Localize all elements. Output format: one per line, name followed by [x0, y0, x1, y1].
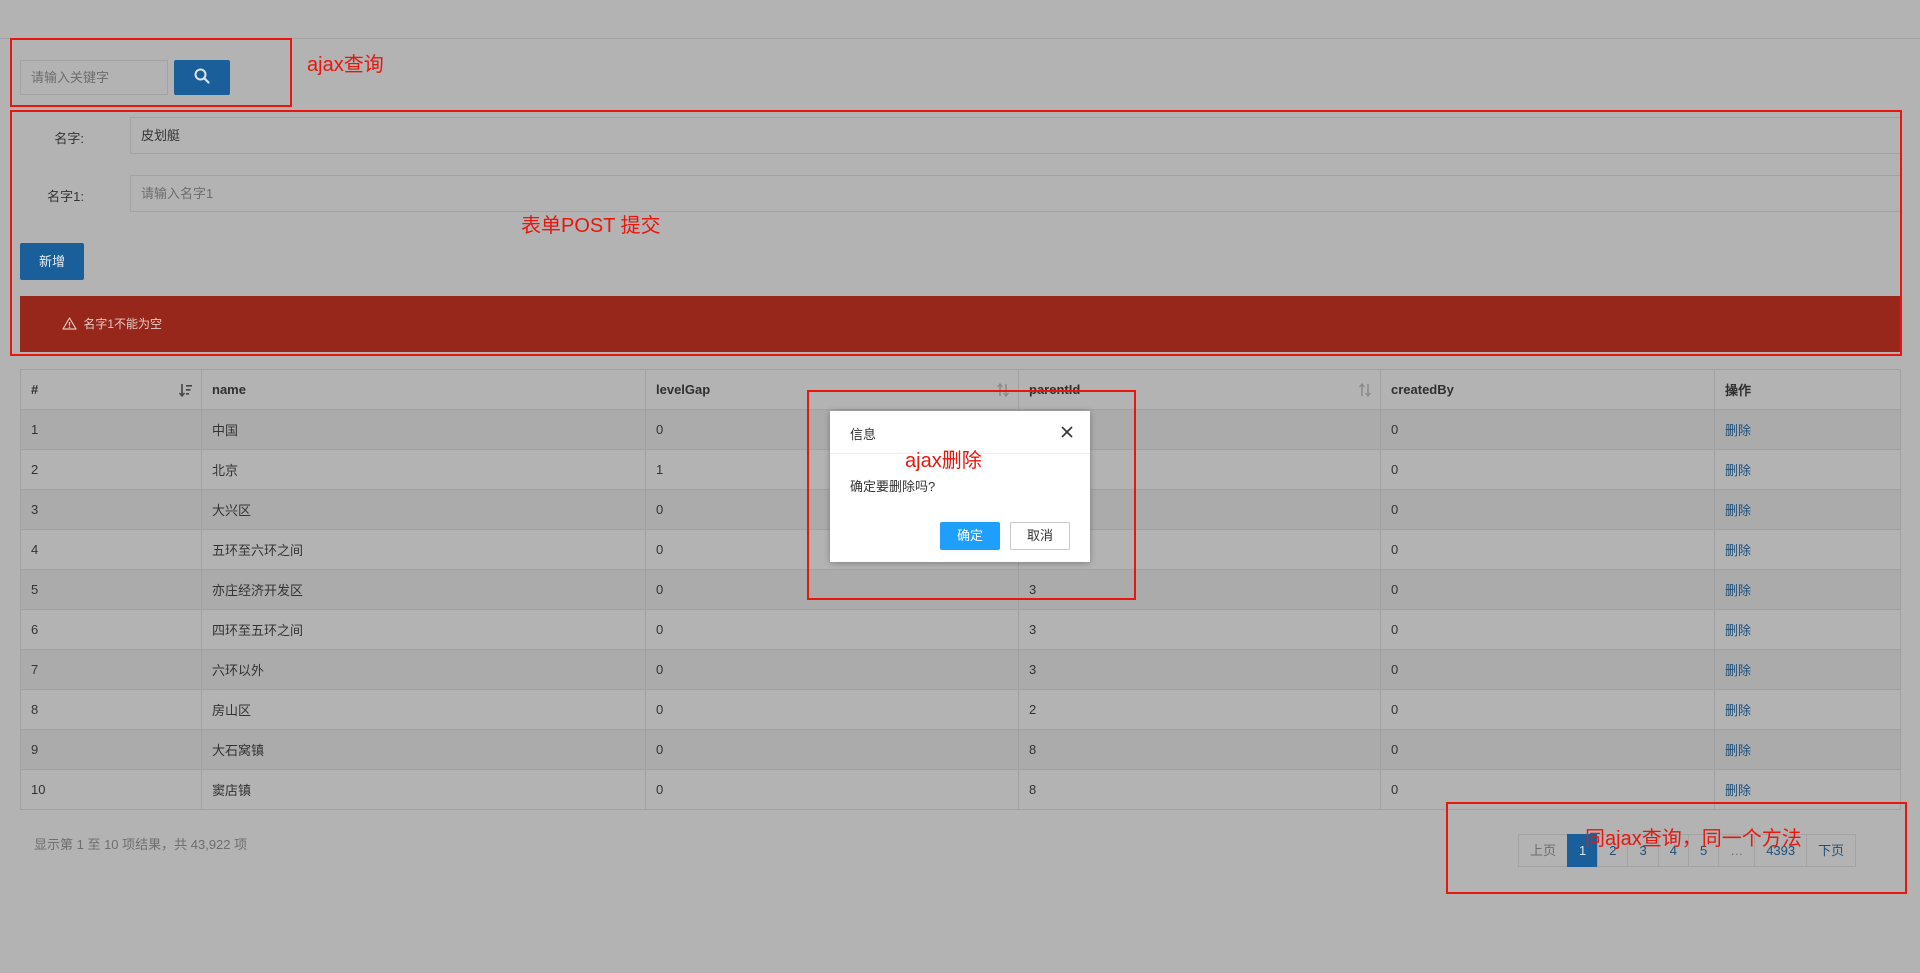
annotation-label-pagination: 同ajax查询，同一个方法	[1585, 828, 1802, 850]
cell-levelgap: 0	[645, 649, 1019, 690]
delete-link[interactable]: 删除	[1725, 503, 1751, 518]
column-header-actions: 操作	[1714, 369, 1901, 410]
delete-link[interactable]: 删除	[1725, 783, 1751, 798]
table-info-text: 显示第 1 至 10 项结果，共 43,922 项	[34, 837, 248, 852]
annotation-label-search: ajax查询	[307, 54, 384, 76]
annotation-label-delete: ajax删除	[905, 450, 982, 472]
cell-name: 中国	[201, 409, 646, 450]
table-row: 9 大石窝镇 0 8 0 删除	[20, 729, 1901, 770]
cell-id: 4	[20, 529, 202, 570]
cell-name: 大石窝镇	[201, 729, 646, 770]
column-header-id[interactable]: #	[20, 369, 202, 410]
column-header-name: name	[201, 369, 646, 410]
cell-actions: 删除	[1714, 689, 1901, 730]
cell-actions: 删除	[1714, 729, 1901, 770]
cell-name: 窦店镇	[201, 769, 646, 810]
cell-actions: 删除	[1714, 609, 1901, 650]
cell-id: 8	[20, 689, 202, 730]
column-header-label: createdBy	[1391, 382, 1454, 397]
cell-name: 房山区	[201, 689, 646, 730]
cell-createdby: 0	[1380, 569, 1715, 610]
cell-actions: 删除	[1714, 409, 1901, 450]
cell-createdby: 0	[1380, 689, 1715, 730]
cell-createdby: 0	[1380, 449, 1715, 490]
column-header-label: name	[212, 382, 246, 397]
cell-id: 10	[20, 769, 202, 810]
cell-parentid: 3	[1018, 649, 1381, 690]
annotation-box-delete	[807, 390, 1136, 600]
cell-parentid: 8	[1018, 729, 1381, 770]
cell-name: 北京	[201, 449, 646, 490]
delete-link[interactable]: 删除	[1725, 663, 1751, 678]
cell-name: 四环至五环之间	[201, 609, 646, 650]
cell-levelgap: 0	[645, 609, 1019, 650]
cell-name: 大兴区	[201, 489, 646, 530]
cell-levelgap: 0	[645, 689, 1019, 730]
cell-name: 六环以外	[201, 649, 646, 690]
cell-id: 7	[20, 649, 202, 690]
delete-link[interactable]: 删除	[1725, 703, 1751, 718]
cell-createdby: 0	[1380, 649, 1715, 690]
column-header-label: #	[31, 382, 39, 397]
cell-id: 1	[20, 409, 202, 450]
cell-createdby: 0	[1380, 609, 1715, 650]
column-header-label: levelGap	[656, 382, 711, 397]
cell-parentid: 2	[1018, 689, 1381, 730]
column-header-label: 操作	[1725, 383, 1752, 398]
table-row: 8 房山区 0 2 0 删除	[20, 689, 1901, 730]
cell-actions: 删除	[1714, 529, 1901, 570]
cell-actions: 删除	[1714, 449, 1901, 490]
cell-id: 9	[20, 729, 202, 770]
cell-actions: 删除	[1714, 569, 1901, 610]
cell-createdby: 0	[1380, 489, 1715, 530]
delete-link[interactable]: 删除	[1725, 743, 1751, 758]
table-row: 7 六环以外 0 3 0 删除	[20, 649, 1901, 690]
sort-desc-icon[interactable]	[178, 383, 193, 400]
sort-icon[interactable]	[1358, 382, 1372, 400]
cell-parentid: 3	[1018, 609, 1381, 650]
cell-levelgap: 0	[645, 769, 1019, 810]
delete-link[interactable]: 删除	[1725, 423, 1751, 438]
cell-id: 2	[20, 449, 202, 490]
cell-createdby: 0	[1380, 529, 1715, 570]
cell-levelgap: 0	[645, 729, 1019, 770]
annotation-box-search	[10, 38, 292, 107]
annotation-box-form	[10, 110, 1902, 356]
delete-link[interactable]: 删除	[1725, 543, 1751, 558]
cell-createdby: 0	[1380, 729, 1715, 770]
delete-link[interactable]: 删除	[1725, 583, 1751, 598]
cell-parentid: 8	[1018, 769, 1381, 810]
annotation-label-form: 表单POST 提交	[521, 215, 661, 237]
table-row: 6 四环至五环之间 0 3 0 删除	[20, 609, 1901, 650]
cell-id: 6	[20, 609, 202, 650]
delete-link[interactable]: 删除	[1725, 623, 1751, 638]
cell-id: 5	[20, 569, 202, 610]
delete-link[interactable]: 删除	[1725, 463, 1751, 478]
cell-name: 亦庄经济开发区	[201, 569, 646, 610]
cell-id: 3	[20, 489, 202, 530]
cell-createdby: 0	[1380, 409, 1715, 450]
cell-actions: 删除	[1714, 489, 1901, 530]
cell-actions: 删除	[1714, 649, 1901, 690]
column-header-createdby: createdBy	[1380, 369, 1715, 410]
cell-name: 五环至六环之间	[201, 529, 646, 570]
